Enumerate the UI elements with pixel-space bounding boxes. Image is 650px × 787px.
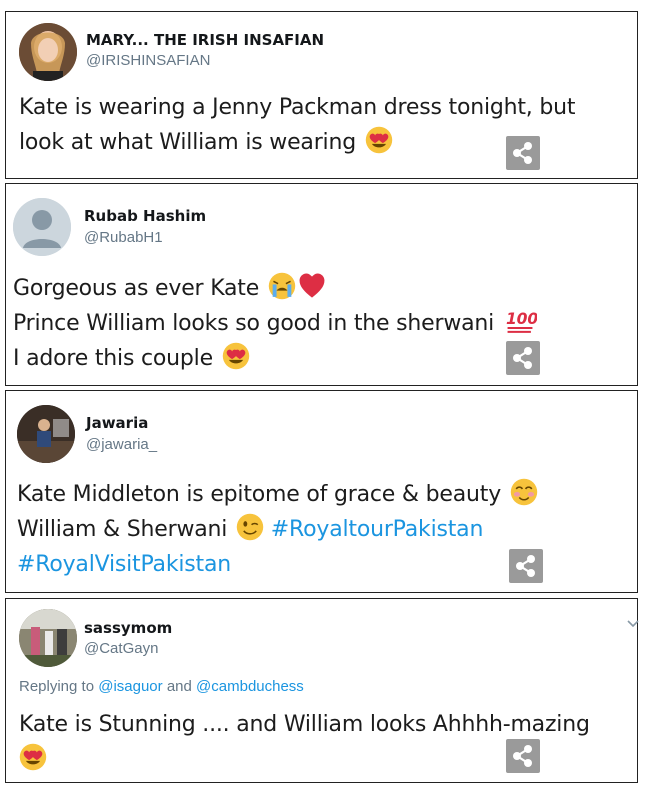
tweet-text: Kate is wearing a Jenny Packman dress to… xyxy=(19,90,576,160)
share-icon[interactable] xyxy=(509,549,543,583)
tweet-text: Kate is Stunning .... and William looks … xyxy=(19,707,590,777)
tweet-line: William & Sherwani xyxy=(17,517,228,542)
tweet-line: I adore this couple xyxy=(13,346,213,371)
reply-label: Replying to xyxy=(19,678,95,695)
display-name[interactable]: Jawaria xyxy=(86,414,148,432)
hashtag-link[interactable]: #RoyaltourPakistan xyxy=(271,517,484,542)
avatar[interactable] xyxy=(13,198,71,256)
heart-eyes-icon xyxy=(365,126,393,154)
tweet-line: Kate is wearing a Jenny Packman dress to… xyxy=(19,95,576,120)
tweet-card[interactable]: sassymom @CatGayn Replying to @isaguor a… xyxy=(5,598,640,783)
tweet-text: Kate Middleton is epitome of grace & bea… xyxy=(17,477,538,582)
smiling-blush-icon xyxy=(510,478,538,506)
heart-eyes-icon xyxy=(19,743,47,771)
chevron-down-icon[interactable] xyxy=(626,619,640,629)
hashtag-link[interactable]: #RoyalVisitPakistan xyxy=(17,552,231,577)
tweet-line: Gorgeous as ever Kate xyxy=(13,276,260,301)
tweet-line: Kate Middleton is epitome of grace & bea… xyxy=(17,482,502,507)
red-heart-icon xyxy=(298,272,326,300)
share-icon[interactable] xyxy=(506,739,540,773)
display-name[interactable]: sassymom xyxy=(84,619,172,637)
winking-face-icon xyxy=(236,513,264,541)
username[interactable]: @jawaria_ xyxy=(86,436,157,453)
username[interactable]: @CatGayn xyxy=(84,640,158,657)
tweet-line: Prince William looks so good in the sher… xyxy=(13,311,495,336)
tweet-line: Kate is Stunning .... and William looks … xyxy=(19,712,590,737)
username[interactable]: @RubabH1 xyxy=(84,229,163,246)
tweet-text: Gorgeous as ever Kate Prince William loo… xyxy=(13,271,537,376)
username[interactable]: @IRISHINSAFIAN xyxy=(86,52,210,69)
tweet-card[interactable]: Jawaria @jawaria_ Kate Middleton is epit… xyxy=(5,390,638,593)
tweet-card[interactable]: MARY... THE IRISH INSAFIAN @IRISHINSAFIA… xyxy=(5,11,638,179)
default-avatar-icon xyxy=(13,198,71,256)
share-icon[interactable] xyxy=(506,136,540,170)
avatar-photo-icon xyxy=(17,405,75,463)
avatar[interactable] xyxy=(19,609,77,667)
avatar[interactable] xyxy=(17,405,75,463)
tweet-line: look at what William is wearing xyxy=(19,130,356,155)
mention-link[interactable]: @cambduchess xyxy=(196,678,304,695)
reply-and: and xyxy=(166,678,192,695)
mention-link[interactable]: @isaguor xyxy=(98,678,162,695)
share-icon[interactable] xyxy=(506,341,540,375)
avatar[interactable] xyxy=(19,23,77,81)
hundred-points-icon xyxy=(503,307,537,335)
display-name[interactable]: MARY... THE IRISH INSAFIAN xyxy=(86,31,324,49)
display-name[interactable]: Rubab Hashim xyxy=(84,207,206,225)
avatar-photo-icon xyxy=(19,609,77,667)
reply-context: Replying to @isaguor and @cambduchess xyxy=(19,678,304,695)
avatar-photo-icon xyxy=(19,23,77,81)
tweet-card[interactable]: Rubab Hashim @RubabH1 Gorgeous as ever K… xyxy=(5,183,638,386)
heart-eyes-icon xyxy=(222,342,250,370)
crying-face-icon xyxy=(268,272,296,300)
